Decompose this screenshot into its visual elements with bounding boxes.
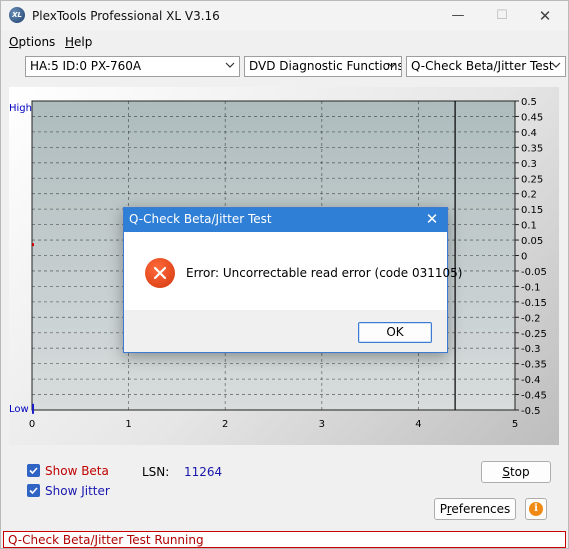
- y-tick-label: -0.3: [521, 344, 541, 355]
- x-tick-label: 4: [415, 419, 421, 430]
- y-tick-label: -0.25: [521, 329, 547, 340]
- y-tick-label: -0.2: [521, 313, 541, 324]
- y-tick-label: 0.5: [521, 97, 537, 108]
- minimize-button[interactable]: —: [449, 7, 467, 25]
- x-tick-label: 0: [29, 419, 35, 430]
- lsn-value: 11264: [184, 465, 223, 479]
- y-tick-label: 0.25: [521, 174, 543, 185]
- error-dialog: Q-Check Beta/Jitter Test ✕ Error: Uncorr…: [123, 207, 462, 353]
- drive-select-value: HA:5 ID:0 PX-760A: [30, 59, 142, 73]
- chevron-down-icon: [551, 60, 561, 70]
- ok-button[interactable]: OK: [358, 322, 432, 343]
- y-tick-label: 0.3: [521, 159, 537, 170]
- info-icon: i: [529, 502, 543, 516]
- show-jitter-label: Show Jitter: [45, 484, 110, 498]
- drive-select[interactable]: HA:5 ID:0 PX-760A: [25, 56, 240, 77]
- checkbox-checked-icon: [27, 484, 40, 497]
- y-tick-label: 0.2: [521, 190, 537, 201]
- close-window-button[interactable]: ✕: [536, 7, 554, 25]
- y-tick-label: 0.45: [521, 112, 543, 123]
- test-select[interactable]: Q-Check Beta/Jitter Test: [406, 56, 566, 77]
- stop-button[interactable]: Stop: [481, 461, 551, 483]
- y-tick-label: -0.4: [521, 375, 541, 386]
- y-tick-label: -0.45: [521, 391, 547, 402]
- y-tick-label: -0.1: [521, 282, 541, 293]
- maximize-button[interactable]: ☐: [493, 7, 511, 25]
- y-tick-label: 0.05: [521, 236, 543, 247]
- menu-bar: Options Help: [1, 32, 568, 52]
- window-title: PlexTools Professional XL V3.16: [32, 9, 220, 23]
- info-button[interactable]: i: [525, 498, 547, 520]
- error-message: Error: Uncorrectable read error (code 03…: [186, 266, 463, 280]
- show-beta-label: Show Beta: [45, 464, 109, 478]
- y-tick-label: 0.1: [521, 221, 537, 232]
- dialog-title-bar: Q-Check Beta/Jitter Test ✕: [124, 208, 447, 232]
- beta-start-mark: [32, 243, 34, 247]
- y-tick-label: -0.5: [521, 406, 541, 417]
- y-tick-label: -0.35: [521, 360, 547, 371]
- app-window: XL PlexTools Professional XL V3.16 — ☐ ✕…: [0, 0, 569, 549]
- x-tick-label: 3: [319, 419, 325, 430]
- app-logo-icon: XL: [9, 7, 25, 23]
- axis-low-label: Low: [9, 404, 29, 415]
- y-tick-label: 0.35: [521, 143, 543, 154]
- x-tick-label: 2: [222, 419, 228, 430]
- y-tick-label: -0.05: [521, 267, 547, 278]
- title-bar: XL PlexTools Professional XL V3.16 — ☐ ✕: [1, 1, 568, 31]
- preferences-button[interactable]: Preferences: [434, 498, 516, 520]
- dialog-title: Q-Check Beta/Jitter Test: [129, 212, 272, 226]
- test-select-value: Q-Check Beta/Jitter Test: [411, 59, 554, 73]
- axis-high-label: High: [9, 103, 32, 114]
- controls-panel: Show Beta Show Jitter LSN: 11264 Stop Pr…: [9, 453, 559, 525]
- status-bar: Q-Check Beta/Jitter Test Running: [3, 531, 566, 548]
- x-tick-label: 1: [125, 419, 131, 430]
- y-tick-label: 0: [521, 252, 527, 263]
- dialog-footer: OK: [124, 310, 447, 352]
- function-select[interactable]: DVD Diagnostic Functions: [244, 56, 402, 77]
- chevron-down-icon: [225, 60, 235, 70]
- menu-help[interactable]: Help: [65, 35, 92, 49]
- error-icon: [145, 258, 175, 288]
- y-tick-label: 0.15: [521, 205, 543, 216]
- dialog-body: Error: Uncorrectable read error (code 03…: [124, 232, 462, 310]
- dialog-close-icon[interactable]: ✕: [424, 210, 440, 228]
- jitter-start-mark: [32, 403, 34, 414]
- x-tick-label: 5: [512, 419, 518, 430]
- menu-options[interactable]: Options: [9, 35, 55, 49]
- lsn-label: LSN:: [142, 465, 170, 479]
- y-tick-label: -0.15: [521, 298, 547, 309]
- y-tick-label: 0.4: [521, 128, 537, 139]
- chevron-down-icon: [387, 60, 397, 70]
- status-text: Q-Check Beta/Jitter Test Running: [8, 533, 204, 547]
- checkbox-checked-icon: [27, 464, 40, 477]
- function-select-value: DVD Diagnostic Functions: [249, 59, 402, 73]
